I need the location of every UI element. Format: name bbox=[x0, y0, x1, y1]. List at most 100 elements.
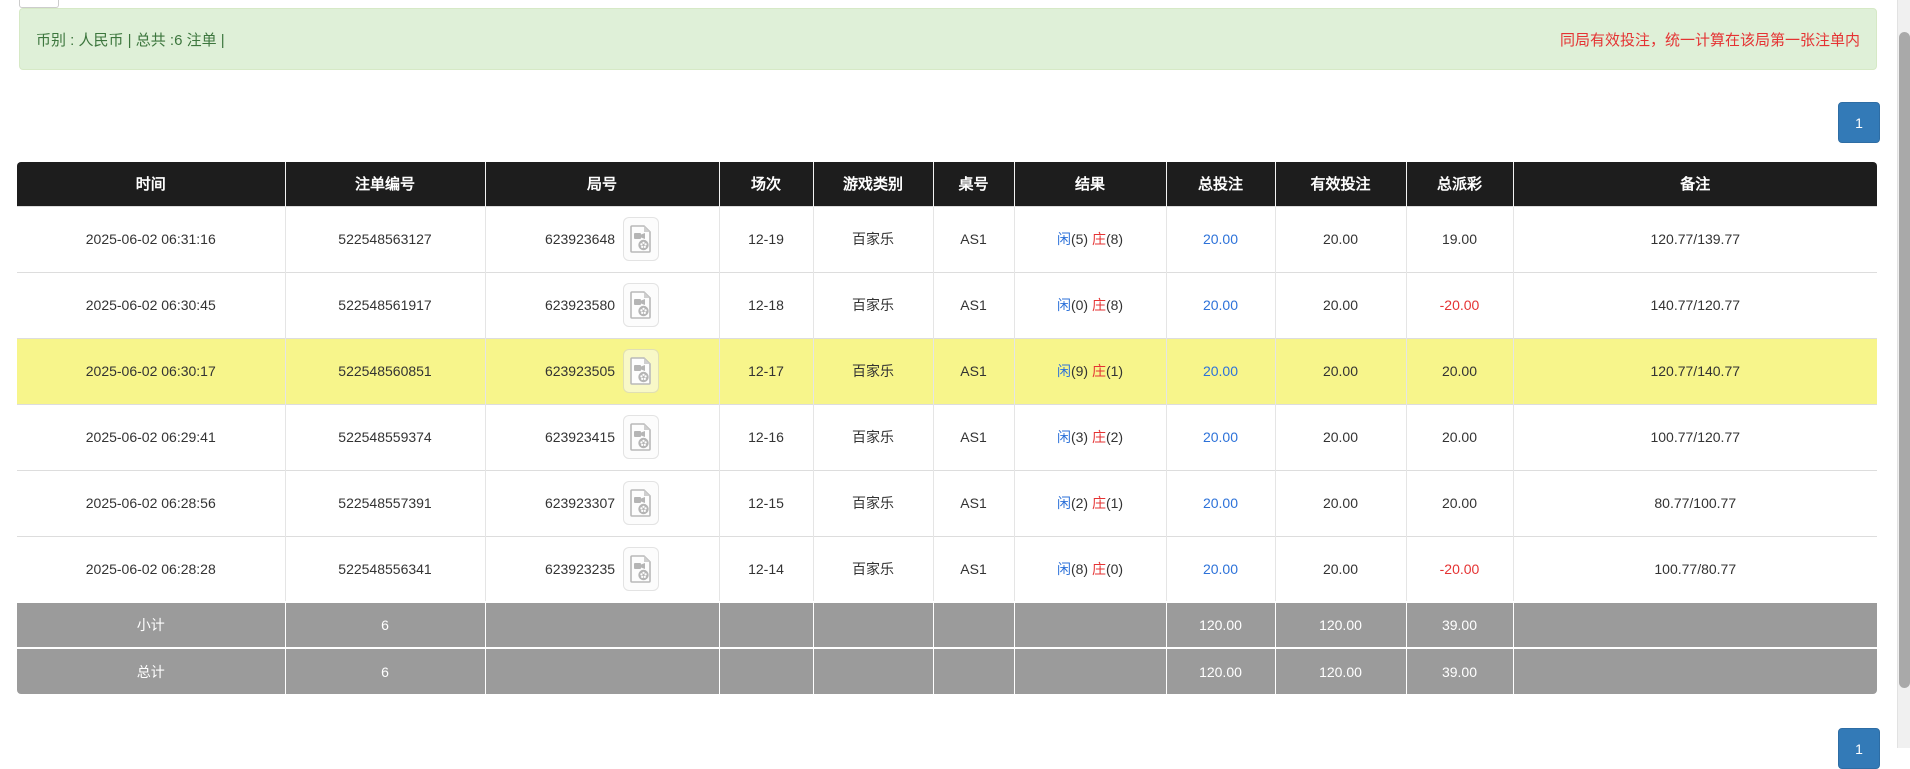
total-bet-link[interactable]: 20.00 bbox=[1203, 363, 1238, 379]
result-player-label: 闲 bbox=[1057, 495, 1071, 511]
total-bet-link[interactable]: 20.00 bbox=[1203, 495, 1238, 511]
video-replay-button[interactable] bbox=[623, 481, 659, 525]
cell-result: 闲(5) 庄(8) bbox=[1014, 206, 1166, 272]
header-round-id: 局号 bbox=[485, 162, 719, 206]
result-banker-label: 庄 bbox=[1092, 495, 1106, 511]
cell-result: 闲(8) 庄(0) bbox=[1014, 536, 1166, 602]
video-file-icon bbox=[630, 423, 652, 451]
total-bet-link[interactable]: 20.00 bbox=[1203, 297, 1238, 313]
result-player-label: 闲 bbox=[1057, 297, 1071, 313]
table-row: 2025-06-02 06:28:56522548557391623923307… bbox=[17, 470, 1877, 536]
video-replay-button[interactable] bbox=[623, 349, 659, 393]
cell-bet-id: 522548557391 bbox=[285, 470, 485, 536]
pagination-page-1-top[interactable]: 1 bbox=[1838, 102, 1880, 143]
result-player-label: 闲 bbox=[1057, 231, 1071, 247]
round-id-text: 623923648 bbox=[545, 231, 615, 247]
header-game-type: 游戏类别 bbox=[813, 162, 933, 206]
cell-table-no: AS1 bbox=[933, 536, 1014, 602]
subtotal-payout: 39.00 bbox=[1406, 602, 1513, 648]
round-id-group: 623923580 bbox=[486, 283, 719, 327]
total-count: 6 bbox=[285, 648, 485, 694]
summary-banner: 币别 : 人民币 | 总共 :6 注单 | 同局有效投注，统一计算在该局第一张注… bbox=[19, 8, 1877, 70]
result-banker-label: 庄 bbox=[1092, 231, 1106, 247]
subtotal-valid-bet: 120.00 bbox=[1275, 602, 1406, 648]
table-row: 2025-06-02 06:30:17522548560851 623923505… bbox=[17, 338, 1877, 404]
video-replay-button[interactable] bbox=[623, 415, 659, 459]
cell-remark: 100.77/80.77 bbox=[1513, 536, 1877, 602]
vertical-scrollbar-track[interactable] bbox=[1897, 0, 1910, 748]
header-table-no: 桌号 bbox=[933, 162, 1014, 206]
cell-result: 闲(2) 庄(1) bbox=[1014, 470, 1166, 536]
cell-remark: 100.77/120.77 bbox=[1513, 404, 1877, 470]
total-total-bet: 120.00 bbox=[1166, 648, 1275, 694]
cell-game-type: 百家乐 bbox=[813, 338, 933, 404]
cell-total-bet: 20.00 bbox=[1166, 206, 1275, 272]
total-bet-link[interactable]: 20.00 bbox=[1203, 429, 1238, 445]
cell-bet-id: 522548560851 bbox=[285, 338, 485, 404]
cell-session: 12-14 bbox=[719, 536, 813, 602]
result-banker-label: 庄 bbox=[1092, 429, 1106, 445]
subtotal-label: 小计 bbox=[17, 602, 285, 648]
total-bet-link[interactable]: 20.00 bbox=[1203, 231, 1238, 247]
cell-total-bet: 20.00 bbox=[1166, 338, 1275, 404]
result-player-points: (5) bbox=[1071, 231, 1092, 247]
pagination-page-1-bottom[interactable]: 1 bbox=[1838, 728, 1880, 769]
table-row: 2025-06-02 06:29:41522548559374623923415… bbox=[17, 404, 1877, 470]
cell-total-bet: 20.00 bbox=[1166, 404, 1275, 470]
cell-round-id: 623923235 bbox=[485, 536, 719, 602]
cell-bet-id: 522548561917 bbox=[285, 272, 485, 338]
video-replay-button[interactable] bbox=[623, 217, 659, 261]
total-payout: 39.00 bbox=[1406, 648, 1513, 694]
result-player-label: 闲 bbox=[1057, 363, 1071, 379]
cell-payout: -20.00 bbox=[1406, 536, 1513, 602]
cell-bet-id: 522548556341 bbox=[285, 536, 485, 602]
total-label: 总计 bbox=[17, 648, 285, 694]
table-row: 2025-06-02 06:30:45522548561917623923580… bbox=[17, 272, 1877, 338]
table-footer: 小计 6 120.00 120.00 39.00 总计 6 120.00 120… bbox=[17, 602, 1877, 694]
result-player-label: 闲 bbox=[1057, 429, 1071, 445]
subtotal-row: 小计 6 120.00 120.00 39.00 bbox=[17, 602, 1877, 648]
header-time: 时间 bbox=[17, 162, 285, 206]
cell-payout: 19.00 bbox=[1406, 206, 1513, 272]
video-file-icon bbox=[630, 555, 652, 583]
cell-remark: 120.77/139.77 bbox=[1513, 206, 1877, 272]
cell-game-type: 百家乐 bbox=[813, 470, 933, 536]
cell-valid-bet: 20.00 bbox=[1275, 404, 1406, 470]
cell-payout: 20.00 bbox=[1406, 338, 1513, 404]
cell-game-type: 百家乐 bbox=[813, 404, 933, 470]
subtotal-count: 6 bbox=[285, 602, 485, 648]
result-player-points: (9) bbox=[1071, 363, 1092, 379]
cell-valid-bet: 20.00 bbox=[1275, 470, 1406, 536]
cell-total-bet: 20.00 bbox=[1166, 536, 1275, 602]
cell-round-id: 623923307 bbox=[485, 470, 719, 536]
cell-bet-id: 522548563127 bbox=[285, 206, 485, 272]
total-valid-bet: 120.00 bbox=[1275, 648, 1406, 694]
cell-time: 2025-06-02 06:28:56 bbox=[17, 470, 285, 536]
cell-payout: -20.00 bbox=[1406, 272, 1513, 338]
round-id-text: 623923505 bbox=[545, 363, 615, 379]
video-replay-button[interactable] bbox=[623, 283, 659, 327]
table-header: 时间 注单编号 局号 场次 游戏类别 桌号 结果 总投注 有效投注 总派彩 备注 bbox=[17, 162, 1877, 206]
result-player-points: (3) bbox=[1071, 429, 1092, 445]
round-id-group: 623923505 bbox=[486, 349, 719, 393]
cell-round-id: 623923415 bbox=[485, 404, 719, 470]
round-id-group: 623923415 bbox=[486, 415, 719, 459]
cell-payout: 20.00 bbox=[1406, 404, 1513, 470]
result-banker-points: (8) bbox=[1106, 297, 1123, 313]
cell-session: 12-17 bbox=[719, 338, 813, 404]
video-replay-button[interactable] bbox=[623, 547, 659, 591]
table-row: 2025-06-02 06:28:28522548556341623923235… bbox=[17, 536, 1877, 602]
cell-game-type: 百家乐 bbox=[813, 536, 933, 602]
vertical-scrollbar-thumb[interactable] bbox=[1899, 32, 1910, 688]
valid-bet-note: 同局有效投注，统一计算在该局第一张注单内 bbox=[1560, 29, 1860, 50]
cell-time: 2025-06-02 06:30:17 bbox=[17, 338, 285, 404]
cell-time: 2025-06-02 06:29:41 bbox=[17, 404, 285, 470]
cell-valid-bet: 20.00 bbox=[1275, 206, 1406, 272]
result-banker-points: (8) bbox=[1106, 231, 1123, 247]
cell-table-no: AS1 bbox=[933, 404, 1014, 470]
cell-session: 12-19 bbox=[719, 206, 813, 272]
total-bet-link[interactable]: 20.00 bbox=[1203, 561, 1238, 577]
cell-session: 12-18 bbox=[719, 272, 813, 338]
header-result: 结果 bbox=[1014, 162, 1166, 206]
round-id-group: 623923648 bbox=[486, 217, 719, 261]
